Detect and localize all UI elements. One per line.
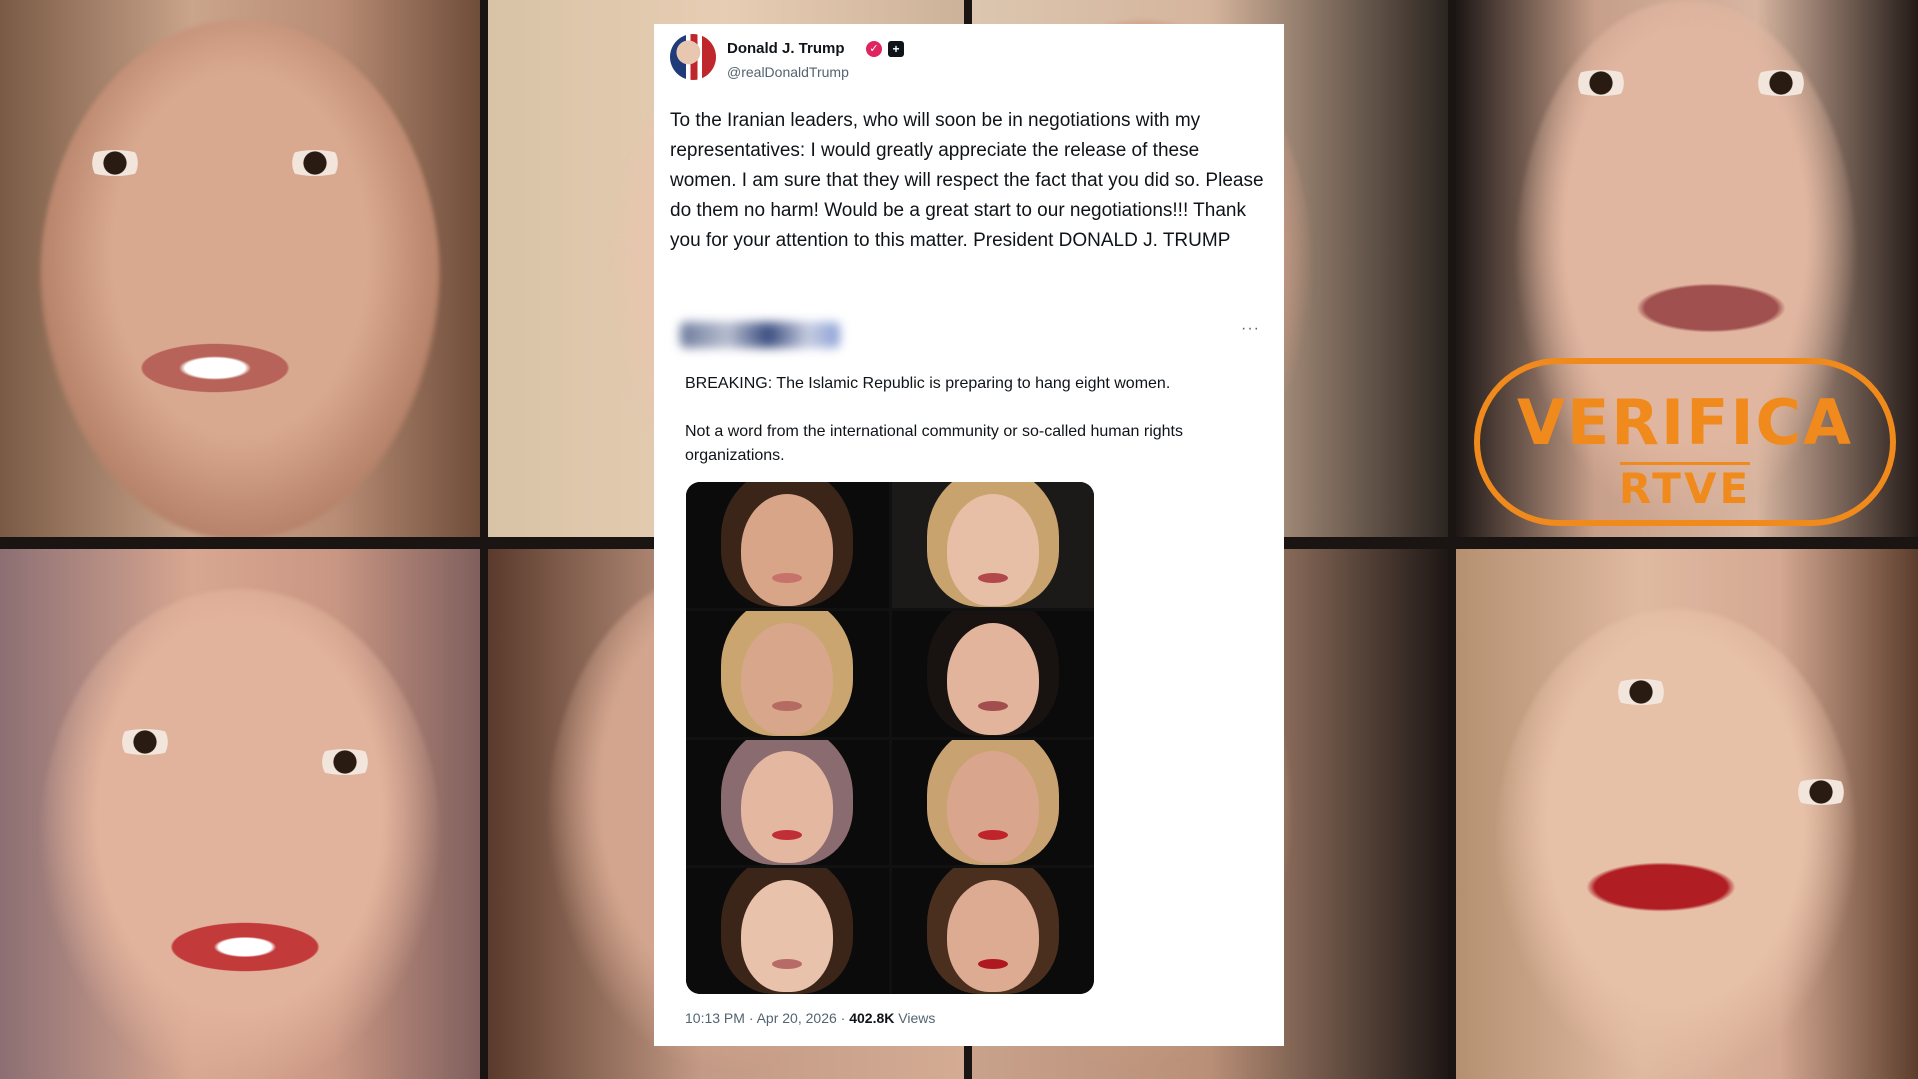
author-avatar[interactable]	[670, 34, 716, 80]
background-photo	[0, 0, 480, 537]
views-label: Views	[894, 1010, 936, 1026]
portrait-photo[interactable]	[891, 868, 1094, 994]
affiliate-badge-icon: +	[888, 41, 904, 57]
verifica-rtve-watermark: VERIFICA RTVE	[1474, 358, 1896, 526]
views-count: 402.8K	[849, 1010, 895, 1026]
quoted-photo-grid[interactable]	[686, 482, 1094, 994]
blurred-author-name	[680, 322, 840, 348]
tweet-meta: 10:13 PM · Apr 20, 2026 · 402.8K Views	[685, 1010, 935, 1026]
portrait-photo[interactable]	[891, 482, 1094, 608]
watermark-title: VERIFICA	[1516, 386, 1854, 459]
portrait-photo[interactable]	[891, 610, 1094, 737]
verified-badge-icon: ✓	[866, 41, 882, 57]
quoted-tweet-header[interactable]: ···	[680, 316, 1260, 356]
portrait-photo[interactable]	[686, 482, 889, 608]
background-photo	[0, 549, 480, 1079]
portrait-photo[interactable]	[686, 610, 889, 737]
tweet-author[interactable]: Donald J. Trump ✓ + @realDonaldTrump	[670, 34, 1270, 94]
portrait-photo[interactable]	[686, 739, 889, 866]
tweet-text: To the Iranian leaders, who will soon be…	[670, 110, 1269, 251]
author-handle[interactable]: @realDonaldTrump	[727, 64, 849, 80]
author-name[interactable]: Donald J. Trump	[727, 40, 845, 57]
tweet-card: Donald J. Trump ✓ + @realDonaldTrump To …	[654, 24, 1284, 1046]
quoted-tweet-text: BREAKING: The Islamic Republic is prepar…	[685, 372, 1255, 492]
more-options-icon[interactable]: ···	[1241, 320, 1260, 338]
watermark-subtitle: RTVE	[1618, 464, 1752, 513]
background-photo	[1456, 549, 1918, 1079]
quoted-paragraph: Not a word from the international commun…	[685, 423, 1183, 464]
portrait-photo[interactable]	[891, 739, 1094, 866]
quoted-paragraph: BREAKING: The Islamic Republic is prepar…	[685, 375, 1171, 392]
portrait-photo[interactable]	[686, 868, 889, 994]
tweet-timestamp[interactable]: 10:13 PM · Apr 20, 2026 ·	[685, 1010, 849, 1026]
